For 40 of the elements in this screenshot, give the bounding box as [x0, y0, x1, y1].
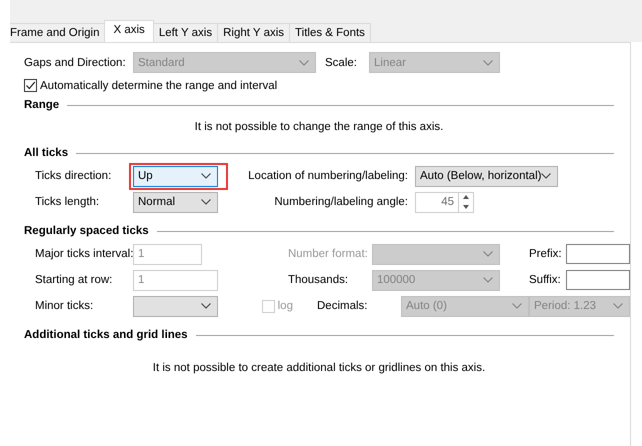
field-label: Minor ticks: [35, 300, 94, 312]
field-label: Scale: [325, 56, 358, 68]
info-text: It is not possible to change the range of this axis. [194, 120, 444, 135]
field-label: Major ticks interval: [35, 248, 133, 260]
dropdown[interactable]: Normal [133, 192, 218, 212]
field-label: Ticks length: [35, 196, 100, 208]
section-heading: All ticks [24, 147, 68, 159]
field-label: Ticks direction: [35, 170, 112, 182]
dropdown[interactable]: Auto (Below, horizontal) [415, 166, 558, 186]
field-label: Number format: [288, 248, 369, 260]
field-label: Suffix: [529, 274, 562, 286]
field-label: Decimals: [317, 300, 368, 312]
chevron-icon [299, 60, 309, 66]
field-label: Starting at row: [35, 274, 114, 286]
checkbox[interactable] [24, 79, 37, 92]
input-field[interactable] [566, 244, 630, 264]
field-label: Location of numbering/labeling: [248, 170, 408, 182]
dropdown[interactable] [133, 296, 218, 316]
dropdown[interactable]: Up [133, 166, 218, 186]
chevron-icon [201, 303, 211, 309]
field-label: Thousands: [288, 274, 350, 286]
tab[interactable]: Titles & Fonts [289, 23, 371, 42]
chevron-icon [482, 251, 493, 257]
chevron-icon [613, 303, 623, 309]
chevron-icon [201, 199, 211, 205]
tab[interactable]: X axis [104, 20, 154, 42]
field-label: Gaps and Direction: [24, 56, 127, 68]
input-field[interactable] [566, 270, 630, 290]
section-heading: Regularly spaced ticks [24, 225, 149, 237]
chevron-icon [541, 173, 552, 179]
field-label: Prefix: [529, 248, 563, 260]
section-heading: Range [24, 99, 60, 111]
checkbox-label[interactable]: Automatically determine the range and interval [40, 80, 278, 92]
chevron-icon [482, 277, 493, 283]
field-label: Numbering/labeling angle: [273, 196, 408, 208]
chevron-icon [201, 173, 211, 179]
info-text: It is not possible to create additional ticks or gridlines on this axis. [152, 361, 486, 374]
section-heading: Additional ticks and grid lines [24, 329, 188, 341]
chevron-icon [483, 60, 493, 66]
chevron-icon [512, 303, 522, 309]
